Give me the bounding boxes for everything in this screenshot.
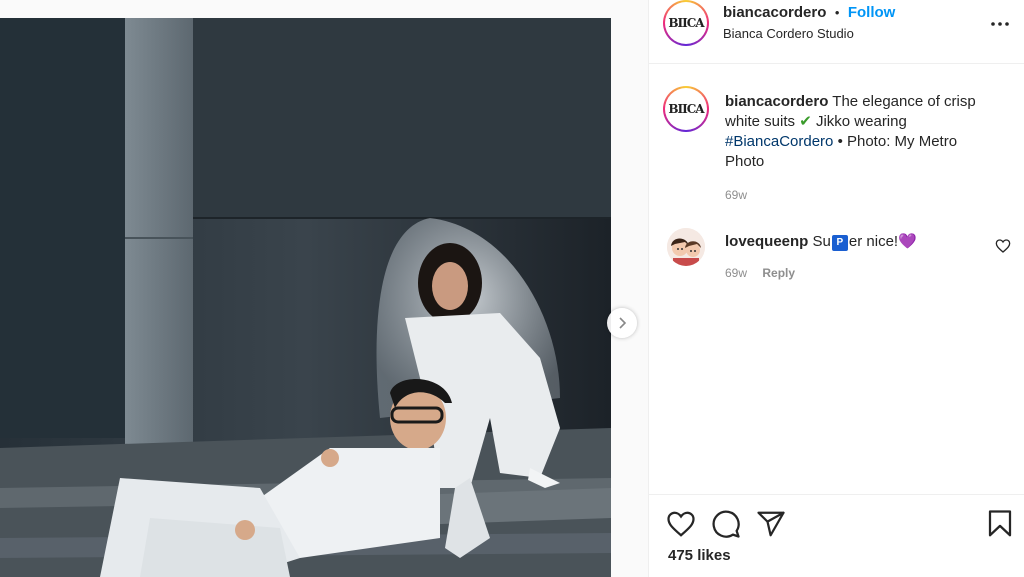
more-icon [991,22,1009,26]
action-bar: 475 likes [649,494,1024,577]
comment-icon [712,510,740,538]
next-photo-button[interactable] [607,308,637,338]
separator: • [834,5,840,20]
caption-text: biancacordero The elegance of crisp whit… [725,92,995,172]
share-icon [757,511,785,537]
reply-button[interactable]: Reply [762,266,795,280]
heart-icon [995,239,1011,253]
avatar-logo: BIICA [665,88,707,130]
comment-body-2: er nice! [848,233,899,250]
comment-meta: 69w Reply [725,266,795,280]
like-button[interactable] [666,509,696,539]
post-photo[interactable] [0,18,611,577]
commenter-username[interactable]: lovequeenp [725,233,808,250]
bookmark-icon [988,510,1012,537]
follow-button[interactable]: Follow [848,4,896,21]
header-user-line: biancacordero • Follow [723,4,895,22]
author-username[interactable]: biancacordero [723,4,826,21]
post-header: BIICA biancacordero • Follow Bianca Cord… [649,0,1024,64]
likes-count[interactable]: 475 likes [668,547,731,564]
caption-body-2: Jikko wearing [815,113,907,130]
comment-like-button[interactable] [995,238,1011,254]
comment-timestamp[interactable]: 69w [725,266,747,280]
caption-timestamp[interactable]: 69w [725,188,747,202]
comment-text: lovequeenp Su Per nice!💜 [725,232,917,251]
caption-username[interactable]: biancacordero [725,93,828,110]
author-avatar[interactable]: BIICA [663,0,709,46]
avatar-logo: BIICA [665,2,707,44]
comment-body-1: Su [812,233,831,250]
more-options-button[interactable] [988,12,1012,36]
share-button[interactable] [756,509,786,539]
comment-button[interactable] [711,509,741,539]
author-subtitle[interactable]: Bianca Cordero Studio [723,26,854,41]
comment-item: lovequeenp Su Per nice!💜 69w Reply [667,228,1011,288]
check-emoji: ✔ [799,113,812,130]
purple-heart-emoji: 💜 [898,233,917,250]
p-button-emoji: P [831,235,848,251]
post-side-panel: BIICA biancacordero • Follow Bianca Cord… [648,0,1024,577]
chevron-right-icon [619,317,627,329]
save-button[interactable] [985,509,1015,539]
heart-icon [667,511,695,537]
post-image [0,18,611,577]
avatar-image [667,228,705,266]
commenter-avatar[interactable] [667,228,705,266]
caption-avatar[interactable]: BIICA [663,86,709,132]
hashtag-link[interactable]: #BiancaCordero [725,133,833,150]
